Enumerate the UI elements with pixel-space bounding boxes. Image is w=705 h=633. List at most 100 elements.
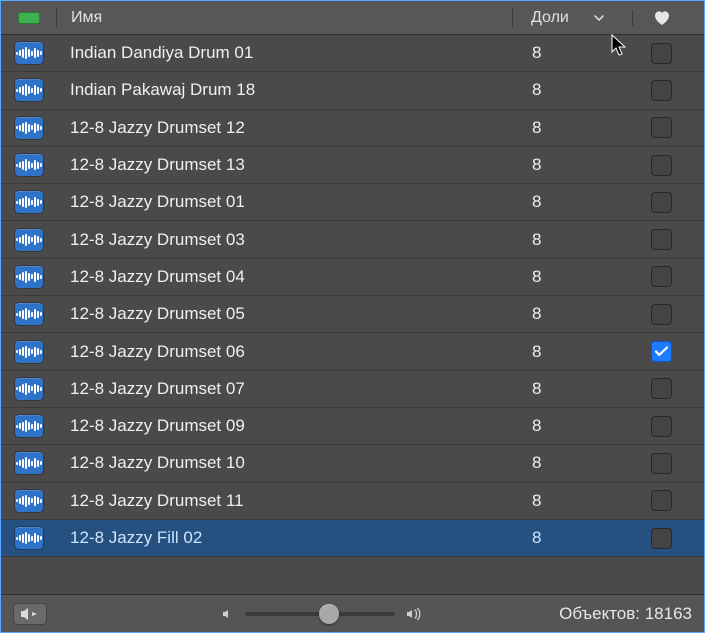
volume-slider[interactable] <box>245 612 395 616</box>
loop-beats: 8 <box>512 304 632 324</box>
favorite-cell[interactable] <box>632 416 690 437</box>
audio-loop-icon <box>15 42 43 64</box>
loop-beats: 8 <box>512 43 632 63</box>
favorite-cell[interactable] <box>632 490 690 511</box>
preview-button[interactable] <box>13 603 47 625</box>
favorite-checkbox[interactable] <box>651 416 672 437</box>
favorite-cell[interactable] <box>632 192 690 213</box>
table-row[interactable]: Indian Pakawaj Drum 188 <box>1 72 704 109</box>
column-header-name[interactable]: Имя <box>56 9 512 27</box>
loop-name: 12-8 Jazzy Drumset 10 <box>56 453 512 473</box>
loop-beats: 8 <box>512 528 632 548</box>
table-row[interactable]: 12-8 Jazzy Drumset 118 <box>1 483 704 520</box>
loop-icon-cell[interactable] <box>1 490 56 512</box>
favorite-checkbox[interactable] <box>651 266 672 287</box>
audio-loop-icon <box>15 341 43 363</box>
favorite-checkbox[interactable] <box>651 453 672 474</box>
audio-loop-icon <box>15 452 43 474</box>
loop-icon-cell[interactable] <box>1 117 56 139</box>
loop-icon-cell[interactable] <box>1 527 56 549</box>
loop-icon-cell[interactable] <box>1 229 56 251</box>
loop-beats: 8 <box>512 80 632 100</box>
favorite-cell[interactable] <box>632 43 690 64</box>
favorite-cell[interactable] <box>632 266 690 287</box>
column-header-favorite[interactable] <box>632 10 690 26</box>
loop-icon-cell[interactable] <box>1 42 56 64</box>
favorite-checkbox[interactable] <box>651 378 672 399</box>
loop-icon-cell[interactable] <box>1 154 56 176</box>
chevron-down-icon <box>593 12 605 24</box>
favorite-cell[interactable] <box>632 155 690 176</box>
table-header: Имя Доли <box>1 1 704 35</box>
audio-loop-icon <box>15 303 43 325</box>
table-row[interactable]: 12-8 Jazzy Drumset 018 <box>1 184 704 221</box>
audio-loop-icon <box>15 490 43 512</box>
loop-name: 12-8 Jazzy Drumset 03 <box>56 230 512 250</box>
favorite-cell[interactable] <box>632 80 690 101</box>
favorite-cell[interactable] <box>632 378 690 399</box>
favorite-cell[interactable] <box>632 528 690 549</box>
favorite-cell[interactable] <box>632 341 690 362</box>
loop-icon-cell[interactable] <box>1 191 56 213</box>
loop-name: 12-8 Jazzy Drumset 04 <box>56 267 512 287</box>
favorite-cell[interactable] <box>632 117 690 138</box>
audio-loop-icon <box>15 154 43 176</box>
favorite-checkbox[interactable] <box>651 43 672 64</box>
table-row[interactable]: 12-8 Jazzy Fill 028 <box>1 520 704 557</box>
loop-filter-icon[interactable] <box>18 12 40 24</box>
loop-name: 12-8 Jazzy Drumset 09 <box>56 416 512 436</box>
favorite-checkbox[interactable] <box>651 117 672 138</box>
table-row[interactable]: 12-8 Jazzy Drumset 098 <box>1 408 704 445</box>
volume-low-icon <box>221 607 235 621</box>
favorite-cell[interactable] <box>632 304 690 325</box>
table-row[interactable]: 12-8 Jazzy Drumset 108 <box>1 445 704 482</box>
column-header-beats-label: Доли <box>531 9 569 27</box>
loop-icon-cell[interactable] <box>1 266 56 288</box>
favorite-checkbox[interactable] <box>651 192 672 213</box>
loop-name: 12-8 Jazzy Fill 02 <box>56 528 512 548</box>
favorite-cell[interactable] <box>632 453 690 474</box>
loop-beats: 8 <box>512 416 632 436</box>
loop-icon-cell[interactable] <box>1 378 56 400</box>
table-row[interactable]: Indian Dandiya Drum 018 <box>1 35 704 72</box>
audio-loop-icon <box>15 527 43 549</box>
loop-beats: 8 <box>512 342 632 362</box>
table-row[interactable]: 12-8 Jazzy Drumset 038 <box>1 221 704 258</box>
loop-name: 12-8 Jazzy Drumset 05 <box>56 304 512 324</box>
table-row[interactable]: 12-8 Jazzy Drumset 078 <box>1 371 704 408</box>
loop-name: 12-8 Jazzy Drumset 11 <box>56 491 512 511</box>
loop-beats: 8 <box>512 118 632 138</box>
favorite-checkbox[interactable] <box>651 304 672 325</box>
loop-icon-cell[interactable] <box>1 341 56 363</box>
loop-icon-cell[interactable] <box>1 303 56 325</box>
loop-icon-cell[interactable] <box>1 415 56 437</box>
favorite-checkbox[interactable] <box>651 341 672 362</box>
loop-name: 12-8 Jazzy Drumset 13 <box>56 155 512 175</box>
audio-loop-icon <box>15 191 43 213</box>
column-header-beats[interactable]: Доли <box>512 9 632 27</box>
table-row[interactable]: 12-8 Jazzy Drumset 048 <box>1 259 704 296</box>
speaker-play-icon <box>20 607 40 621</box>
volume-control <box>221 607 423 621</box>
loop-icon-cell[interactable] <box>1 79 56 101</box>
table-row[interactable]: 12-8 Jazzy Drumset 138 <box>1 147 704 184</box>
loop-beats: 8 <box>512 379 632 399</box>
table-row[interactable]: 12-8 Jazzy Drumset 058 <box>1 296 704 333</box>
loop-name: 12-8 Jazzy Drumset 06 <box>56 342 512 362</box>
favorite-checkbox[interactable] <box>651 528 672 549</box>
object-count: Объектов: 18163 <box>559 604 692 624</box>
loop-name: Indian Dandiya Drum 01 <box>56 43 512 63</box>
loop-name: 12-8 Jazzy Drumset 01 <box>56 192 512 212</box>
favorite-checkbox[interactable] <box>651 490 672 511</box>
favorite-cell[interactable] <box>632 229 690 250</box>
audio-loop-icon <box>15 79 43 101</box>
volume-high-icon <box>405 607 423 621</box>
favorite-checkbox[interactable] <box>651 80 672 101</box>
table-row[interactable]: 12-8 Jazzy Drumset 068 <box>1 333 704 370</box>
loop-icon-cell[interactable] <box>1 452 56 474</box>
volume-slider-thumb[interactable] <box>319 604 339 624</box>
heart-icon <box>653 10 671 26</box>
favorite-checkbox[interactable] <box>651 155 672 176</box>
favorite-checkbox[interactable] <box>651 229 672 250</box>
table-row[interactable]: 12-8 Jazzy Drumset 128 <box>1 110 704 147</box>
